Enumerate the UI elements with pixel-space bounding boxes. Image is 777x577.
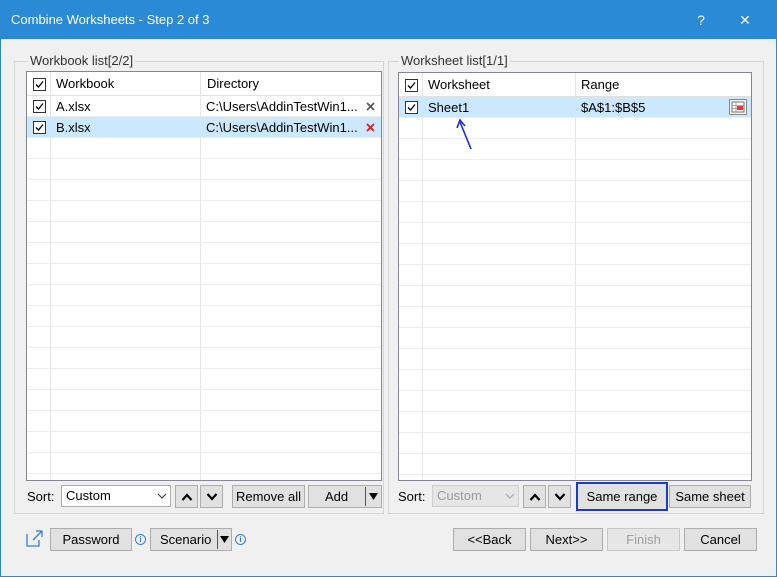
range-picker-icon <box>731 101 745 113</box>
same-sheet-button[interactable]: Same sheet <box>669 485 751 508</box>
worksheet-sort-label: Sort: <box>398 489 426 504</box>
scenario-button-label: Scenario <box>160 532 212 547</box>
chevron-down-icon <box>157 493 167 499</box>
cancel-button[interactable]: Cancel <box>684 528 757 551</box>
move-down-button[interactable] <box>200 485 223 508</box>
share-icon[interactable] <box>25 529 44 548</box>
workbook-directory: C:\Users\AddinTestWin1... <box>206 99 358 114</box>
worksheet-row[interactable]: Sheet1 $A$1:$B$5 <box>399 97 751 118</box>
close-button[interactable]: ✕ <box>723 1 767 39</box>
workbook-sort-select[interactable]: Custom <box>61 485 171 507</box>
workbook-name: A.xlsx <box>56 99 91 114</box>
workbook-row-checkbox[interactable] <box>33 121 46 134</box>
finish-button[interactable]: Finish <box>607 528 680 551</box>
password-button[interactable]: Password <box>50 528 132 551</box>
workbook-row-checkbox[interactable] <box>33 100 46 113</box>
back-button[interactable]: <<Back <box>453 528 526 551</box>
add-button[interactable]: Add <box>308 485 382 508</box>
workbook-row[interactable]: A.xlsx C:\Users\AddinTestWin1... <box>27 96 381 117</box>
dropdown-arrow-icon <box>369 493 378 500</box>
window-title: Combine Worksheets - Step 2 of 3 <box>11 12 210 27</box>
worksheet-list-label: Worksheet list[1/1] <box>399 53 510 68</box>
chevron-down-icon <box>505 493 515 499</box>
chevron-down-icon <box>206 492 217 501</box>
col-header-workbook[interactable]: Workbook <box>56 72 114 96</box>
worksheet-sort-value: Custom <box>437 488 482 503</box>
workbook-sort-value: Custom <box>66 488 111 503</box>
combine-worksheets-dialog: Combine Worksheets - Step 2 of 3 ? ✕ Wor… <box>0 0 777 577</box>
next-button[interactable]: Next>> <box>530 528 603 551</box>
scenario-info-icon[interactable]: i <box>235 534 246 545</box>
workbook-row[interactable]: B.xlsx C:\Users\AddinTestWin1... <box>27 117 381 138</box>
same-range-button[interactable]: Same range <box>576 482 668 511</box>
chevron-down-icon <box>554 492 565 501</box>
remove-workbook-icon[interactable] <box>366 123 375 132</box>
workbook-list-label: Workbook list[2/2] <box>28 53 136 68</box>
worksheet-row-checkbox[interactable] <box>405 101 418 114</box>
title-bar: Combine Worksheets - Step 2 of 3 ? ✕ <box>1 1 776 39</box>
add-button-label: Add <box>325 489 349 504</box>
worksheet-move-down-button[interactable] <box>548 485 571 508</box>
dropdown-arrow-icon <box>220 536 229 543</box>
workbook-grid-header: Workbook Directory <box>27 72 381 96</box>
range-select-button[interactable] <box>729 99 747 115</box>
chevron-up-icon <box>529 492 540 501</box>
workbook-grid[interactable]: Workbook Directory A.xlsx C:\Users\Addin… <box>26 71 382 481</box>
remove-workbook-icon[interactable] <box>366 102 375 111</box>
move-up-button[interactable] <box>175 485 198 508</box>
remove-all-button[interactable]: Remove all <box>232 485 305 508</box>
worksheet-move-up-button[interactable] <box>523 485 546 508</box>
col-header-worksheet[interactable]: Worksheet <box>428 73 490 97</box>
workbook-sort-label: Sort: <box>27 489 55 504</box>
annotation-arrow-icon <box>456 118 472 150</box>
scenario-button[interactable]: Scenario <box>150 528 232 551</box>
workbook-directory: C:\Users\AddinTestWin1... <box>206 120 358 135</box>
workbook-name: B.xlsx <box>56 120 91 135</box>
select-all-worksheets-checkbox[interactable] <box>405 79 418 92</box>
worksheet-grid[interactable]: Worksheet Range Sheet1 $A$1:$B$5 <box>398 72 752 481</box>
chevron-up-icon <box>181 492 192 501</box>
select-all-workbooks-checkbox[interactable] <box>33 78 46 91</box>
help-button[interactable]: ? <box>679 1 723 39</box>
worksheet-name: Sheet1 <box>428 100 470 115</box>
password-info-icon[interactable]: i <box>135 534 146 545</box>
worksheet-sort-select[interactable]: Custom <box>432 485 519 507</box>
col-header-directory[interactable]: Directory <box>207 72 259 96</box>
col-header-range[interactable]: Range <box>581 73 619 97</box>
worksheet-range: $A$1:$B$5 <box>581 100 646 115</box>
